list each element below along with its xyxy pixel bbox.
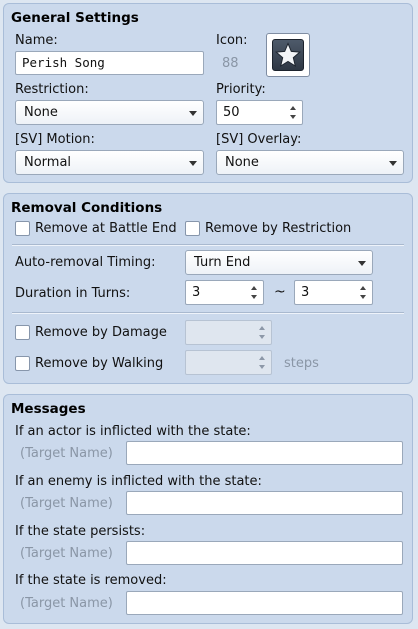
stepper-down-icon[interactable] [360,295,366,299]
remove-by-damage-checkbox[interactable] [15,325,30,340]
auto-removal-timing-value: Turn End [194,255,251,270]
removal-conditions-panel: Removal Conditions Remove at Battle End … [3,193,413,384]
restriction-value: None [24,105,58,120]
star-icon [272,39,304,71]
remove-by-walking-label: Remove by Walking [35,356,164,371]
walking-steps-stepper[interactable] [185,350,272,375]
duration-min-stepper[interactable]: 3 [185,280,264,305]
stepper-up-icon[interactable] [360,286,366,290]
overlay-label: [SV] Overlay: [216,132,302,147]
stepper-up-icon[interactable] [251,286,257,290]
target-name-prefix: (Target Name) [20,496,113,511]
name-field[interactable]: Perish Song [15,51,204,75]
remove-by-walking-checkbox[interactable] [15,356,30,371]
target-name-prefix: (Target Name) [20,596,113,611]
damage-percent-stepper[interactable] [185,320,272,345]
priority-value: 50 [223,105,240,120]
priority-stepper[interactable]: 50 [216,100,303,125]
auto-removal-timing-dropdown[interactable]: Turn End [185,250,373,275]
duration-max-stepper[interactable]: 3 [294,280,373,305]
chevron-down-icon [389,161,397,166]
remove-by-restriction-checkbox[interactable] [185,221,200,236]
removal-conditions-title: Removal Conditions [11,200,163,216]
divider [12,244,404,246]
message-field-actor-inflicted[interactable] [126,441,403,465]
motion-value: Normal [24,155,72,170]
icon-label: Icon: [216,33,248,48]
message-field-enemy-inflicted[interactable] [126,491,403,515]
stepper-up-icon[interactable] [259,326,265,330]
message-label: If an actor is inflicted with the state: [15,424,251,439]
motion-label: [SV] Motion: [15,132,95,147]
stepper-down-icon[interactable] [259,335,265,339]
general-settings-title: General Settings [11,10,139,26]
message-field-state-removed[interactable] [126,591,403,615]
target-name-prefix: (Target Name) [20,546,113,561]
general-settings-panel: General Settings Name: Perish Song Icon:… [3,3,413,183]
auto-removal-timing-label: Auto-removal Timing: [15,255,156,270]
duration-label: Duration in Turns: [15,286,131,301]
divider [12,312,404,314]
duration-min-value: 3 [192,285,201,300]
duration-tilde: ~ [274,284,286,300]
icon-picker[interactable] [266,33,310,77]
priority-label: Priority: [216,82,266,97]
steps-label: steps [284,356,319,371]
duration-max-value: 3 [301,285,310,300]
remove-by-damage-label: Remove by Damage [35,325,167,340]
chevron-down-icon [358,261,366,266]
restriction-dropdown[interactable]: None [15,100,204,125]
message-field-state-persists[interactable] [126,541,403,565]
restriction-label: Restriction: [15,82,89,97]
stepper-down-icon[interactable] [290,115,296,119]
remove-at-battle-end-checkbox[interactable] [15,221,30,236]
message-label: If an enemy is inflicted with the state: [15,474,262,489]
stepper-up-icon[interactable] [259,356,265,360]
remove-by-restriction-label: Remove by Restriction [205,221,352,236]
target-name-prefix: (Target Name) [20,446,113,461]
icon-index: 88 [222,56,239,71]
name-label: Name: [15,33,58,48]
chevron-down-icon [189,161,197,166]
message-label: If the state is removed: [15,573,167,588]
message-label: If the state persists: [15,524,146,539]
overlay-dropdown[interactable]: None [216,150,404,175]
stepper-down-icon[interactable] [251,295,257,299]
messages-title: Messages [11,401,86,417]
messages-panel: Messages If an actor is inflicted with t… [3,394,413,624]
motion-dropdown[interactable]: Normal [15,150,204,175]
stepper-up-icon[interactable] [290,106,296,110]
overlay-value: None [225,155,259,170]
chevron-down-icon [189,111,197,116]
stepper-down-icon[interactable] [259,365,265,369]
remove-at-battle-end-label: Remove at Battle End [35,221,177,236]
